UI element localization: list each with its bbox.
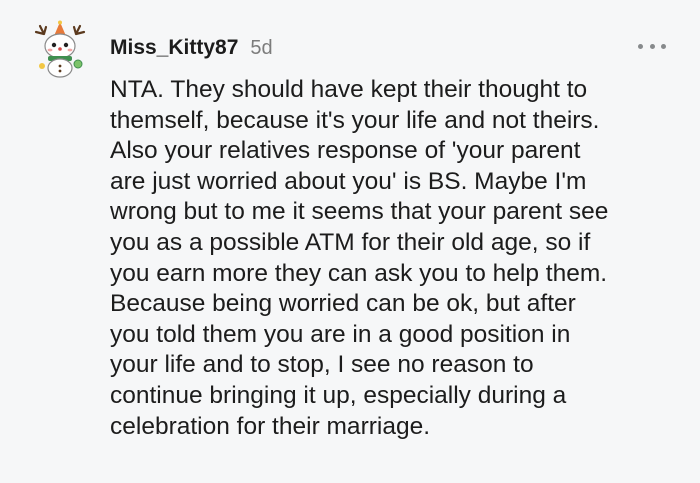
timestamp: 5d [250,37,273,59]
comment-line: continue bringing it up, especially duri… [110,381,567,409]
comment-line: you told them you are in a good position… [110,320,571,348]
user-avatar[interactable] [30,20,90,80]
username[interactable]: Miss_Kitty87 [110,36,238,60]
more-options-icon [638,43,643,49]
comment-line: are just worried about you' is BS. Maybe… [110,167,587,195]
comment: Miss_Kitty87 5d NTA. They should have ke… [0,0,700,483]
comment-body: NTA. They should have kept their thought… [110,75,675,442]
more-options-button[interactable] [638,36,666,56]
comment-line: celebration for their marriage. [110,412,431,440]
more-options-icon-dot [649,43,655,49]
comment-line: Because being worried can be ok, but aft… [110,290,576,318]
comment-line: themself, because it's your life and not… [110,106,600,134]
comment-line: you earn more they can ask you to help t… [110,259,608,287]
more-options-icon-dot [661,43,666,49]
snow-creature-avatar-icon [34,20,86,78]
comment-line: NTA. They should have kept their thought… [110,76,588,103]
comment-line: Also your relatives response of 'your pa… [110,137,581,165]
comment-line: your life and to stop, I see no reason t… [110,351,534,379]
comment-line: wrong but to me it seems that your paren… [110,198,609,226]
comment-header: Miss_Kitty87 5d [110,36,273,60]
comment-line: you as a possible ATM for their old age,… [110,228,591,256]
